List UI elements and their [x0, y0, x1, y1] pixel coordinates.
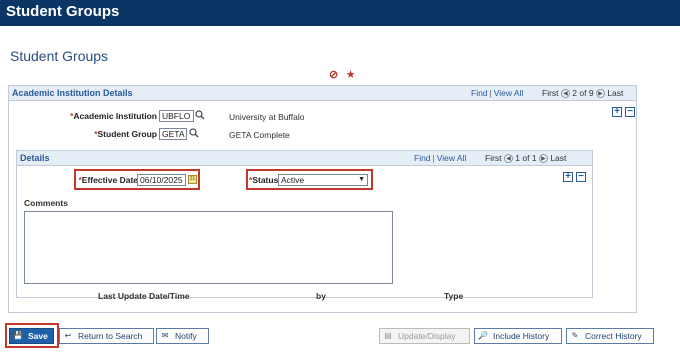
page-icons: ⊘ ★ [329, 68, 356, 81]
student-group-label: *Student Group [94, 129, 157, 139]
correct-history-icon: ✎ [571, 331, 579, 340]
details-row-navigation: First ◀ 1 of 1 ▶ Last [485, 153, 566, 164]
update-display-button[interactable]: ▤ Update/Display [379, 328, 470, 344]
student-group-lookup-icon[interactable] [189, 128, 199, 138]
details-find-link[interactable]: Find [414, 153, 431, 163]
student-group-input[interactable]: GETA [159, 128, 187, 140]
view-all-link[interactable]: View All [494, 88, 524, 98]
details-view-all-link[interactable]: View All [437, 153, 467, 163]
column-last-update: Last Update Date/Time [98, 291, 190, 301]
academic-institution-panel: Academic Institution Details Find | View A… [8, 85, 637, 313]
next-icon[interactable]: ▶ [595, 89, 605, 99]
app-title: Student Groups [6, 3, 120, 20]
return-to-search-button[interactable]: ↩ Return to Search [59, 328, 154, 344]
details-add-row-icon[interactable]: + [563, 172, 573, 182]
update-display-icon: ▤ [384, 331, 392, 340]
page-title: Student Groups [10, 48, 109, 64]
include-history-icon: 🔎 [478, 331, 488, 340]
add-row-icon[interactable]: + [612, 107, 622, 117]
details-previous-icon[interactable]: ◀ [503, 154, 513, 164]
header-bar: Student Groups [0, 0, 680, 26]
comments-label: Comments [24, 198, 68, 208]
calendar-icon[interactable]: 31 [188, 175, 197, 184]
notify-icon: ✉ [161, 331, 169, 340]
row-counter: 2 of 9 [572, 88, 594, 98]
save-button[interactable]: 💾 Save [9, 328, 54, 344]
details-header: Details Find | View All First ◀ 1 of 1 ▶ L… [17, 151, 592, 166]
details-next-icon[interactable]: ▶ [538, 154, 548, 164]
find-viewall: Find | View All [471, 88, 524, 98]
institution-label: *Academic Institution [70, 111, 157, 121]
institution-lookup-icon[interactable] [195, 110, 205, 120]
chevron-down-icon: ▼ [358, 176, 365, 183]
notify-button[interactable]: ✉ Notify [156, 328, 209, 344]
details-find-viewall: Find | View All [414, 153, 467, 163]
details-delete-row-icon[interactable]: − [576, 172, 586, 182]
details-last-link[interactable]: Last [550, 153, 566, 163]
delete-row-icon[interactable]: − [625, 107, 635, 117]
favorite-star-icon[interactable]: ★ [346, 69, 356, 81]
institution-input[interactable]: UBFLO [159, 110, 194, 122]
effective-date-label: *Effective Date [78, 175, 138, 185]
find-link[interactable]: Find [471, 88, 488, 98]
student-group-description: GETA Complete [229, 130, 290, 140]
correct-history-button[interactable]: ✎ Correct History [566, 328, 654, 344]
details-panel: Details Find | View All First ◀ 1 of 1 ▶ L… [16, 150, 593, 298]
section-title: Academic Institution Details [12, 88, 133, 98]
details-row-counter: 1 of 1 [515, 153, 537, 163]
comments-textarea[interactable] [24, 211, 393, 284]
panel-header: Academic Institution Details Find | View A… [9, 86, 636, 101]
status-select[interactable]: Active ▼ [278, 174, 368, 186]
no-entry-icon[interactable]: ⊘ [329, 69, 338, 81]
row-navigation: First ◀ 2 of 9 ▶ Last [542, 88, 623, 99]
first-link[interactable]: First [542, 88, 559, 98]
include-history-button[interactable]: 🔎 Include History [474, 328, 562, 344]
details-first-link[interactable]: First [485, 153, 502, 163]
previous-icon[interactable]: ◀ [560, 89, 570, 99]
institution-description: University at Buffalo [229, 112, 305, 122]
status-label: *Status [249, 175, 279, 185]
details-title: Details [20, 153, 50, 163]
column-type: Type [444, 291, 464, 301]
last-link[interactable]: Last [607, 88, 623, 98]
return-arrow-icon: ↩ [64, 331, 72, 340]
effective-date-input[interactable]: 06/10/2025 [137, 174, 186, 186]
column-by: by [316, 291, 326, 301]
floppy-disk-icon: 💾 [13, 331, 23, 340]
